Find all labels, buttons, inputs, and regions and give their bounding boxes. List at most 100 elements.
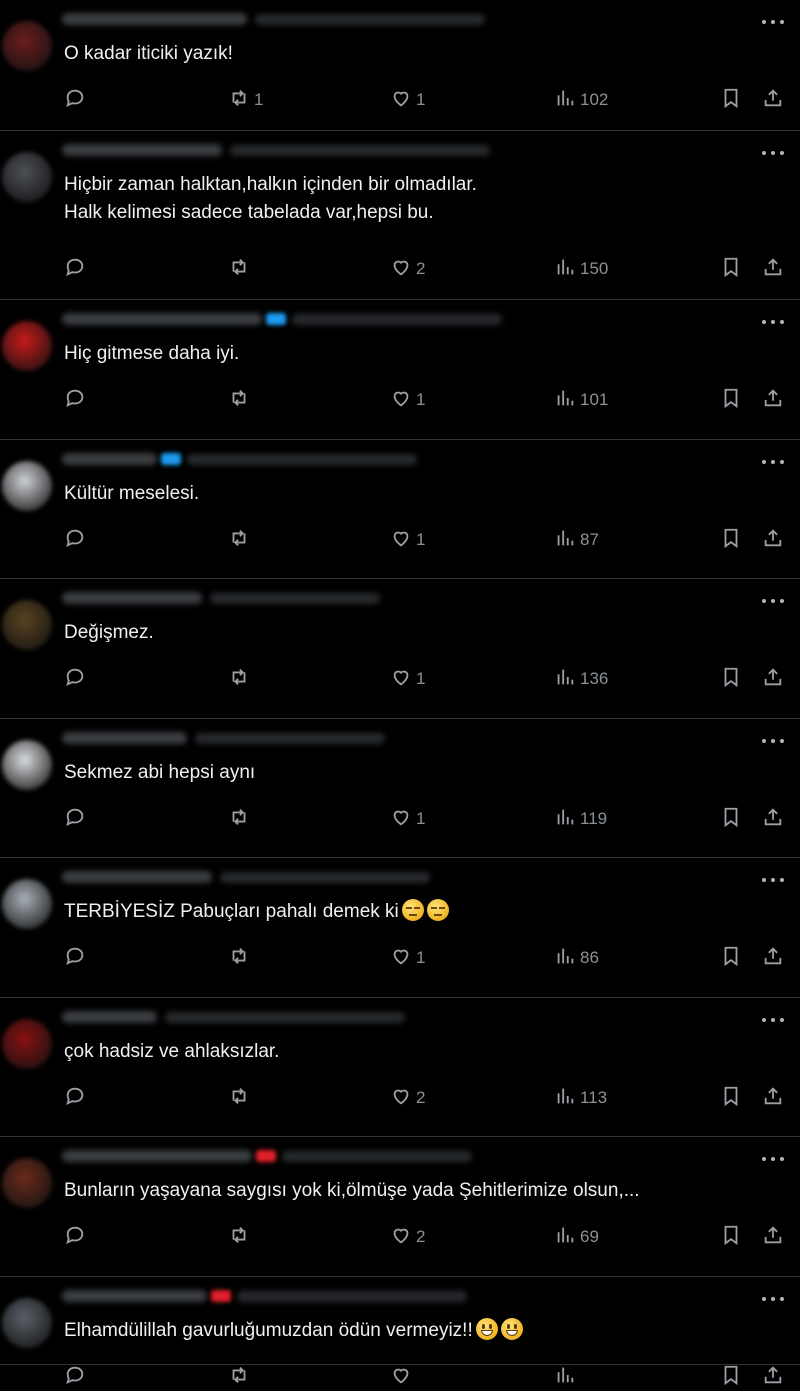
bookmark-button[interactable] — [720, 665, 742, 693]
share-button[interactable] — [762, 86, 784, 114]
share-button[interactable] — [762, 1363, 784, 1391]
author-name-redacted[interactable] — [62, 1011, 157, 1023]
bookmark-button[interactable] — [720, 255, 742, 283]
reply-button[interactable] — [64, 1223, 86, 1251]
share-button[interactable] — [762, 255, 784, 283]
author-handle-redacted[interactable] — [292, 314, 502, 325]
author-handle-redacted[interactable] — [220, 872, 430, 883]
like-button[interactable] — [390, 1363, 416, 1391]
avatar[interactable] — [2, 461, 52, 511]
more-icon[interactable] — [762, 1151, 784, 1167]
more-icon[interactable] — [762, 593, 784, 609]
more-icon[interactable] — [762, 872, 784, 888]
reply-button[interactable] — [64, 86, 86, 114]
author-name-redacted[interactable] — [62, 871, 212, 883]
author-handle-redacted[interactable] — [237, 1291, 467, 1302]
author-handle-redacted[interactable] — [195, 733, 385, 744]
like-button[interactable]: 1 — [390, 526, 425, 554]
like-button[interactable]: 1 — [390, 944, 425, 972]
tweet-item[interactable]: Kültür meselesi. 1 87 — [0, 440, 800, 579]
tweet-item[interactable]: çok hadsiz ve ahlaksızlar. 2 113 — [0, 998, 800, 1137]
author-name-redacted[interactable] — [62, 13, 247, 25]
bookmark-button[interactable] — [720, 1363, 742, 1391]
author-handle-redacted[interactable] — [187, 454, 417, 465]
views-button[interactable]: 69 — [554, 1223, 599, 1251]
bookmark-button[interactable] — [720, 386, 742, 414]
retweet-button[interactable]: 1 — [228, 86, 263, 114]
tweet-item[interactable]: Hiçbir zaman halktan,halkın içinden bir … — [0, 131, 800, 300]
retweet-button[interactable] — [228, 1084, 254, 1112]
more-icon[interactable] — [762, 733, 784, 749]
bookmark-button[interactable] — [720, 526, 742, 554]
tweet-item[interactable]: Değişmez. 1 136 — [0, 579, 800, 719]
reply-button[interactable] — [64, 1363, 86, 1391]
retweet-button[interactable] — [228, 1223, 254, 1251]
share-button[interactable] — [762, 1084, 784, 1112]
author-handle-redacted[interactable] — [282, 1151, 472, 1162]
tweet-item[interactable]: O kadar iticiki yazık! 1 1 102 — [0, 0, 800, 131]
views-button[interactable]: 119 — [554, 805, 607, 833]
reply-button[interactable] — [64, 805, 86, 833]
tweet-item[interactable]: Bunların yaşayana saygısı yok ki,ölmüşe … — [0, 1137, 800, 1277]
more-icon[interactable] — [762, 1291, 784, 1307]
avatar[interactable] — [2, 1298, 52, 1348]
more-icon[interactable] — [762, 14, 784, 30]
views-button[interactable]: 87 — [554, 526, 599, 554]
like-button[interactable]: 2 — [390, 255, 425, 283]
reply-button[interactable] — [64, 255, 86, 283]
share-button[interactable] — [762, 944, 784, 972]
avatar[interactable] — [2, 740, 52, 790]
retweet-button[interactable] — [228, 944, 254, 972]
author-handle-redacted[interactable] — [210, 593, 380, 604]
share-button[interactable] — [762, 526, 784, 554]
reply-button[interactable] — [64, 1084, 86, 1112]
like-button[interactable]: 2 — [390, 1223, 425, 1251]
tweet-item[interactable]: Elhamdülillah gavurluğumuzdan ödün verme… — [0, 1277, 800, 1385]
more-icon[interactable] — [762, 314, 784, 330]
tweet-item[interactable]: Sekmez abi hepsi aynı 1 119 — [0, 719, 800, 858]
tweet-item[interactable]: TERBİYESİZ Pabuçları pahalı demek ki 1 86 — [0, 858, 800, 998]
retweet-button[interactable] — [228, 255, 254, 283]
views-button[interactable]: 113 — [554, 1084, 607, 1112]
bookmark-button[interactable] — [720, 805, 742, 833]
author-name-redacted[interactable] — [62, 453, 157, 465]
avatar[interactable] — [2, 1019, 52, 1069]
views-button[interactable]: 101 — [554, 386, 608, 414]
avatar[interactable] — [2, 321, 52, 371]
author-name-redacted[interactable] — [62, 144, 222, 156]
retweet-button[interactable] — [228, 665, 254, 693]
views-button[interactable] — [554, 1363, 580, 1391]
author-handle-redacted[interactable] — [230, 145, 490, 156]
tweet-item[interactable]: Hiç gitmese daha iyi. 1 101 — [0, 300, 800, 440]
avatar[interactable] — [2, 21, 52, 71]
author-name-redacted[interactable] — [62, 1150, 252, 1162]
avatar[interactable] — [2, 152, 52, 202]
author-name-redacted[interactable] — [62, 1290, 207, 1302]
views-button[interactable]: 136 — [554, 665, 608, 693]
reply-button[interactable] — [64, 386, 86, 414]
like-button[interactable]: 1 — [390, 386, 425, 414]
bookmark-button[interactable] — [720, 1084, 742, 1112]
more-icon[interactable] — [762, 1012, 784, 1028]
retweet-button[interactable] — [228, 526, 254, 554]
bookmark-button[interactable] — [720, 944, 742, 972]
share-button[interactable] — [762, 805, 784, 833]
more-icon[interactable] — [762, 145, 784, 161]
like-button[interactable]: 1 — [390, 805, 425, 833]
like-button[interactable]: 1 — [390, 665, 425, 693]
retweet-button[interactable] — [228, 1363, 254, 1391]
author-name-redacted[interactable] — [62, 313, 262, 325]
reply-button[interactable] — [64, 944, 86, 972]
avatar[interactable] — [2, 600, 52, 650]
views-button[interactable]: 150 — [554, 255, 608, 283]
reply-button[interactable] — [64, 665, 86, 693]
avatar[interactable] — [2, 879, 52, 929]
more-icon[interactable] — [762, 454, 784, 470]
retweet-button[interactable] — [228, 805, 254, 833]
share-button[interactable] — [762, 386, 784, 414]
reply-button[interactable] — [64, 526, 86, 554]
bookmark-button[interactable] — [720, 86, 742, 114]
author-handle-redacted[interactable] — [255, 14, 485, 25]
share-button[interactable] — [762, 665, 784, 693]
author-handle-redacted[interactable] — [165, 1012, 405, 1023]
